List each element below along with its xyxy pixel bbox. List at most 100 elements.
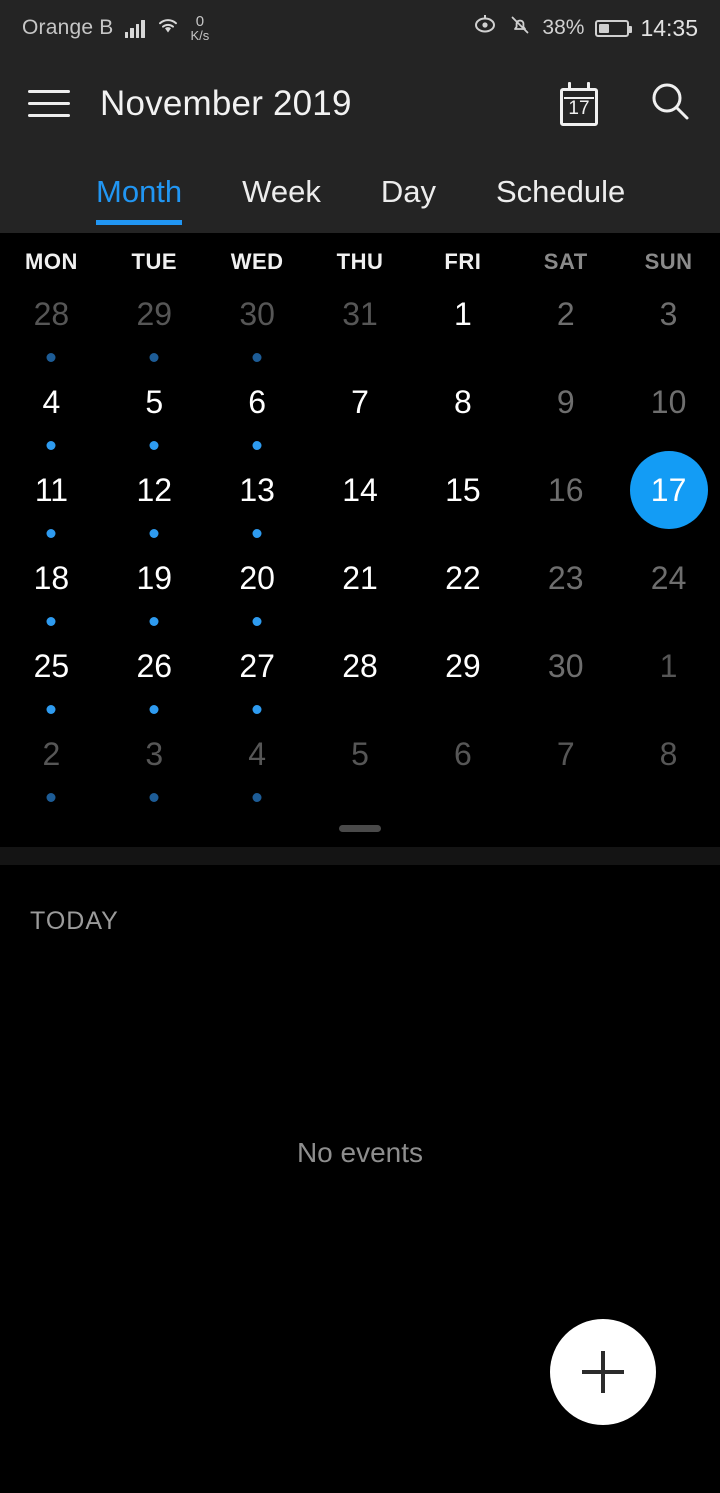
network-speed-indicator: 0 K/s [191,14,210,42]
day-number: 4 [42,384,61,420]
day-cell[interactable]: 23 [514,545,617,633]
weekday-header-fri: FRI [444,249,482,274]
day-number: 26 [136,648,173,684]
day-cell[interactable]: 12 [103,457,206,545]
day-cell[interactable]: 20 [206,545,309,633]
day-cell[interactable]: 6 [411,721,514,809]
day-cell[interactable]: 14 [309,457,412,545]
day-cell[interactable]: 3 [617,281,720,369]
day-number: 30 [239,296,275,332]
event-dot [149,705,159,714]
day-cell[interactable]: 7 [514,721,617,809]
day-cell[interactable]: 30 [514,633,617,721]
day-cell[interactable]: 17 [617,451,720,545]
day-number: 5 [351,736,369,772]
day-cell[interactable]: 26 [103,633,206,721]
day-number: 1 [453,296,472,332]
day-cell[interactable]: 2 [514,281,617,369]
day-cell[interactable]: 21 [309,545,412,633]
day-number: 27 [239,648,275,684]
day-cell[interactable]: 1 [617,633,720,721]
day-number: 5 [145,384,164,420]
day-cell[interactable]: 8 [617,721,720,809]
day-number: 20 [239,560,275,596]
day-cell[interactable]: 6 [206,369,309,457]
day-number: 29 [136,296,173,332]
day-number: 18 [33,560,70,596]
day-cell[interactable]: 1 [411,281,514,369]
clock-label: 14:35 [640,14,698,41]
day-cell[interactable]: 16 [514,457,617,545]
battery-icon [595,19,633,37]
search-icon[interactable] [648,79,692,128]
day-cell[interactable]: 25 [0,633,103,721]
add-event-button[interactable] [550,1319,656,1425]
weekday-header-thu: THU [336,249,384,274]
day-cell[interactable]: 28 [0,281,103,369]
tab-week[interactable]: Week [242,151,321,233]
event-dot [149,441,159,450]
day-cell[interactable]: 5 [103,369,206,457]
day-cell[interactable]: 4 [0,369,103,457]
event-dot [46,353,56,362]
day-cell[interactable]: 29 [411,633,514,721]
day-number: 1 [659,648,678,684]
weekday-header-sun: SUN [644,249,693,274]
weekday-header-sat: SAT [543,249,588,274]
tab-day[interactable]: Day [381,151,436,233]
calendar-app-screen: Orange B 0 K/s 38% 14:35 November 2019 1… [0,0,720,1493]
day-cell[interactable]: 2 [0,721,103,809]
hamburger-menu-icon[interactable] [28,90,70,117]
day-number: 6 [248,384,267,420]
day-cell[interactable]: 18 [0,545,103,633]
carrier-label: Orange B [22,16,114,39]
app-bar: November 2019 17 [0,56,720,151]
day-cell[interactable]: 9 [514,369,617,457]
events-section-label: TODAY [30,907,119,935]
tab-week-label: Week [242,174,321,209]
day-number: 30 [547,648,584,684]
tab-schedule[interactable]: Schedule [496,151,625,233]
day-cell[interactable]: 15 [411,457,514,545]
event-dot [252,793,262,802]
event-dot [149,353,159,362]
event-dot [252,617,262,626]
day-cell[interactable]: 28 [309,633,412,721]
page-title: November 2019 [100,83,352,123]
sheet-drag-handle[interactable] [339,824,381,832]
tab-schedule-label: Schedule [496,174,626,209]
day-cell[interactable]: 3 [103,721,206,809]
day-cell[interactable]: 22 [411,545,514,633]
day-cell[interactable]: 27 [206,633,309,721]
day-cell[interactable]: 29 [103,281,206,369]
day-cell[interactable]: 8 [411,369,514,457]
week-row: 18 19 20 21 22 23 24 [0,545,720,633]
day-cell[interactable]: 11 [0,457,103,545]
day-number: 29 [445,648,481,684]
weekday-header-wed: WED [230,249,284,274]
day-cell[interactable]: 24 [617,545,720,633]
week-row: 25 26 27 28 29 30 1 [0,633,720,721]
day-cell[interactable]: 5 [309,721,412,809]
event-dot [149,793,159,802]
event-dot [252,529,262,538]
app-bar-actions: 17 [558,79,692,128]
day-cell[interactable]: 13 [206,457,309,545]
tab-day-label: Day [380,174,436,209]
day-cell[interactable]: 7 [309,369,412,457]
day-cell[interactable]: 10 [617,369,720,457]
week-row: 4 5 6 7 8 9 10 [0,369,720,457]
day-number: 23 [547,560,584,596]
network-speed-value: 0 [195,13,205,30]
eye-comfort-icon [472,14,498,41]
day-cell[interactable]: 30 [206,281,309,369]
event-dot [252,441,262,450]
day-number: 8 [453,384,472,420]
day-cell[interactable]: 19 [103,545,206,633]
tab-month[interactable]: Month [96,151,183,233]
day-cell[interactable]: 4 [206,721,309,809]
week-row: 2 3 4 5 6 7 8 [0,721,720,809]
calendar-today-icon[interactable]: 17 [558,81,600,126]
day-cell[interactable]: 31 [309,281,412,369]
panel-divider [0,847,720,865]
